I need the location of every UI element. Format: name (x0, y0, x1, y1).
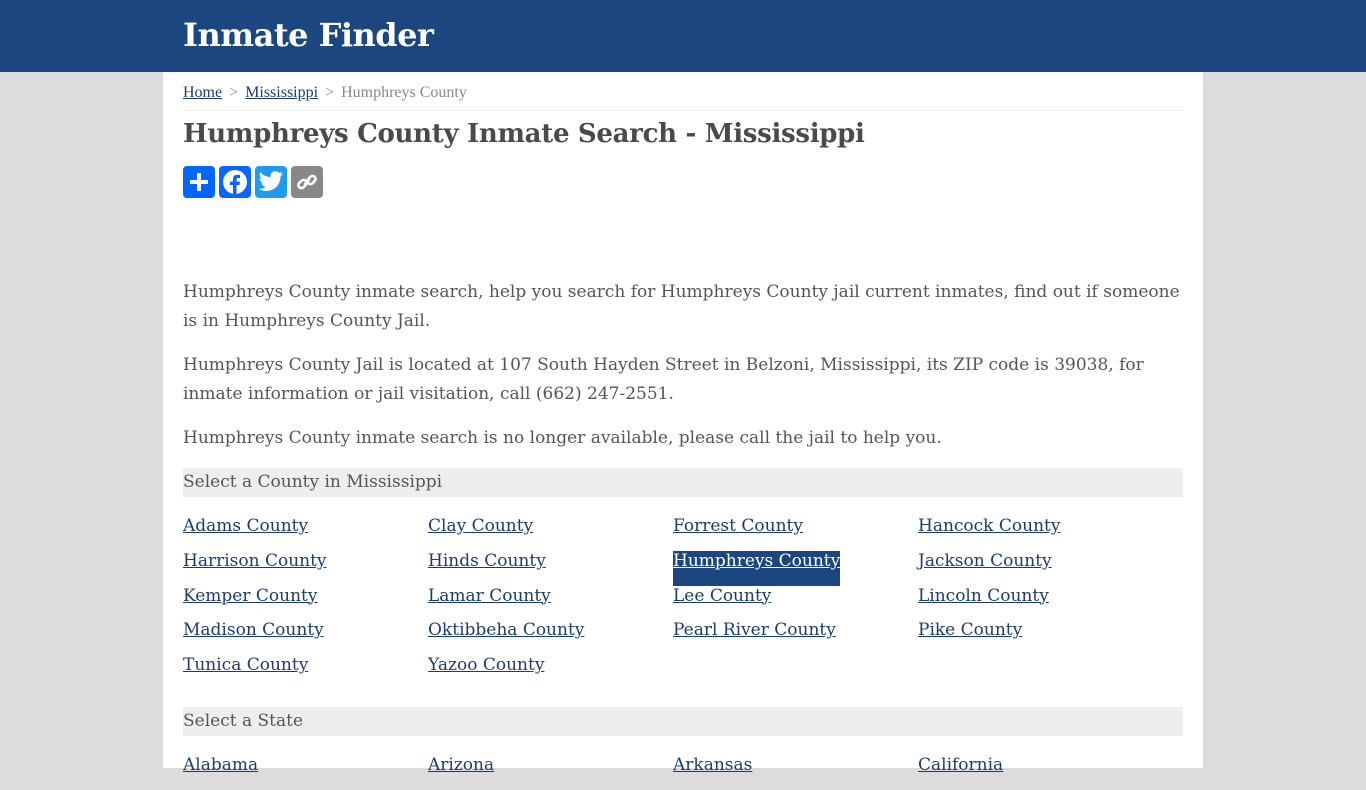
share-buttons (183, 166, 1183, 198)
main-container: Home > Mississippi > Humphreys County Hu… (163, 72, 1203, 775)
link-icon (297, 174, 317, 190)
county-link[interactable]: Harrison County (183, 551, 327, 586)
county-link[interactable]: Hinds County (428, 551, 546, 586)
county-link[interactable]: Pike County (918, 620, 1022, 655)
state-link[interactable]: Arizona (428, 755, 494, 790)
breadcrumb: Home > Mississippi > Humphreys County (183, 72, 1183, 111)
county-link[interactable]: Lamar County (428, 586, 551, 621)
facebook-icon (223, 170, 247, 194)
county-link[interactable]: Adams County (183, 516, 308, 551)
intro-paragraph: Humphreys County inmate search, help you… (183, 282, 1180, 331)
share-add-button[interactable] (183, 166, 215, 198)
county-link[interactable]: Jackson County (918, 551, 1052, 586)
state-link[interactable]: Arkansas (673, 755, 752, 790)
county-list: Adams County Clay County Forrest County Han… (183, 516, 1183, 690)
state-section-heading: Select a State (183, 706, 1183, 736)
site-title-link[interactable]: Inmate Finder (183, 0, 434, 54)
availability-paragraph: Humphreys County inmate search is no lon… (183, 428, 942, 448)
state-link[interactable]: Alabama (183, 755, 258, 790)
county-link[interactable]: Tunica County (183, 655, 308, 690)
twitter-icon (258, 171, 284, 191)
site-header: Inmate Finder (0, 0, 1366, 72)
breadcrumb-separator: > (229, 84, 239, 101)
county-link[interactable]: Yazoo County (428, 655, 544, 690)
location-paragraph: Humphreys County Jail is located at 107 … (183, 355, 1144, 404)
county-link[interactable]: Kemper County (183, 586, 317, 621)
state-link[interactable]: California (918, 755, 1003, 790)
share-facebook-button[interactable] (219, 166, 251, 198)
page-title: Humphreys County Inmate Search - Mississ… (183, 119, 865, 149)
breadcrumb-current: Humphreys County (341, 84, 467, 101)
share-twitter-button[interactable] (255, 166, 287, 198)
share-copy-link-button[interactable] (291, 166, 323, 198)
county-link[interactable]: Oktibbeha County (428, 620, 584, 655)
breadcrumb-home[interactable]: Home (183, 84, 222, 101)
state-list: Alabama Arizona Arkansas California (183, 755, 1183, 790)
breadcrumb-separator: > (325, 84, 335, 101)
plus-icon (190, 173, 208, 191)
county-link[interactable]: Lincoln County (918, 586, 1049, 621)
county-link[interactable]: Forrest County (673, 516, 803, 551)
county-link[interactable]: Madison County (183, 620, 324, 655)
breadcrumb-mississippi[interactable]: Mississippi (245, 84, 318, 101)
county-link[interactable]: Lee County (673, 586, 771, 621)
county-link[interactable]: Pearl River County (673, 620, 836, 655)
content: Humphreys County inmate search, help you… (183, 278, 1183, 453)
county-section-heading: Select a County in Mississippi (183, 468, 1183, 497)
county-link[interactable]: Humphreys County (673, 550, 841, 586)
county-link[interactable]: Clay County (428, 516, 533, 551)
county-link[interactable]: Hancock County (918, 516, 1060, 551)
